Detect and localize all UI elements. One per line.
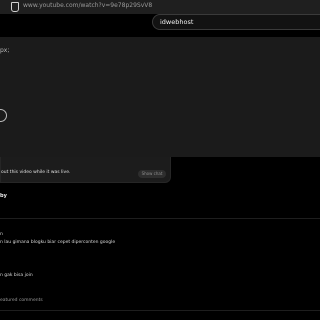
player-text: px; [0, 47, 10, 54]
search-input-value: idwebhost [160, 18, 194, 26]
comment-author[interactable]: n [0, 232, 3, 237]
chat-replay-box: out this video while it was live. Show c… [0, 157, 171, 183]
player-circle-button[interactable] [0, 109, 7, 122]
url-text[interactable]: www.youtube.com/watch?v=9e78p29SvV8 [23, 1, 152, 11]
shield-icon[interactable] [11, 2, 19, 12]
video-player[interactable]: px; [0, 37, 320, 157]
search-input[interactable]: idwebhost [152, 14, 320, 30]
divider [0, 218, 320, 219]
chat-replay-message: out this video while it was live. [1, 170, 71, 175]
featured-comments-label: eatured comments [0, 298, 43, 303]
sort-by-button[interactable]: by [0, 193, 7, 199]
browser-url-bar: www.youtube.com/watch?v=9e78p29SvV8 ⌕ [0, 0, 320, 14]
divider [0, 310, 320, 311]
comment-text: n lau gimana blogku biar cepet dipercont… [0, 240, 116, 245]
show-chat-button[interactable]: Show chat [138, 170, 166, 178]
comment-text: n gak bisa join [0, 273, 33, 278]
